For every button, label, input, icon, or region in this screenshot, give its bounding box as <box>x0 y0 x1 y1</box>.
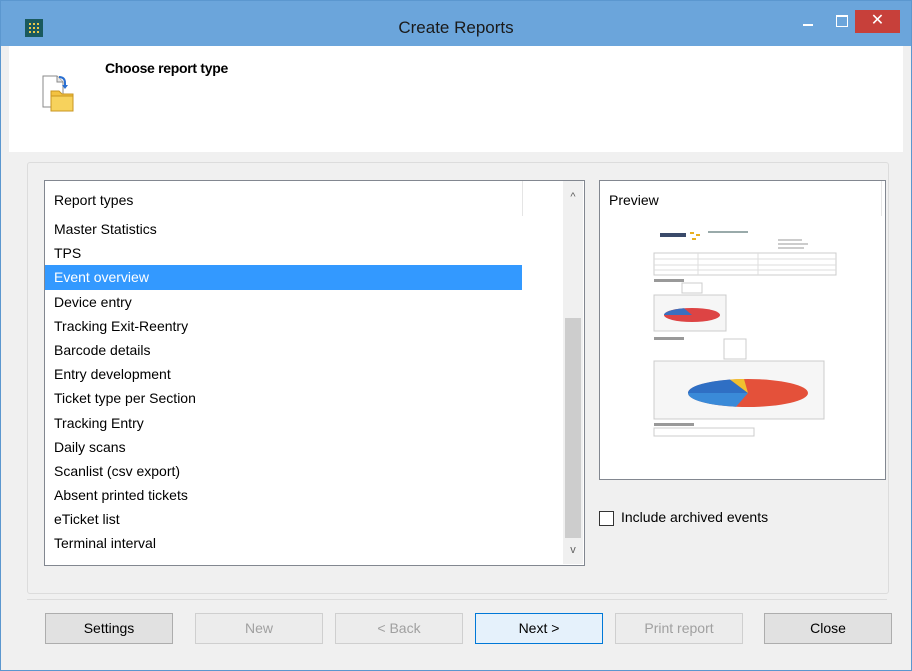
settings-button[interactable]: Settings <box>45 613 173 644</box>
preview-panel: Preview <box>599 180 886 480</box>
window-title: Create Reports <box>398 18 514 37</box>
list-item[interactable]: Ticket type per Section <box>45 386 522 410</box>
scroll-thumb[interactable] <box>565 318 581 538</box>
scroll-up-icon[interactable]: ^ <box>563 185 583 209</box>
create-reports-window: Create Reports ✕ Choose report type Repo… <box>0 0 912 671</box>
title-bar[interactable]: Create Reports ✕ <box>1 1 911 46</box>
next-button[interactable]: Next > <box>475 613 603 644</box>
back-button[interactable]: < Back <box>335 613 463 644</box>
minimize-icon[interactable] <box>793 10 823 32</box>
report-types-items: Master Statistics TPS Event overview Dev… <box>45 217 565 556</box>
list-item-selected[interactable]: Event overview <box>45 265 522 290</box>
list-scrollbar[interactable]: ^ v <box>563 181 583 564</box>
header-title: Choose report type <box>105 60 228 76</box>
preview-header-label: Preview <box>609 192 659 208</box>
list-item[interactable]: Scanlist (csv export) <box>45 459 522 483</box>
report-types-list[interactable]: Report types Master Statistics TPS Event… <box>44 180 585 566</box>
list-item[interactable]: Tracking Exit-Reentry <box>45 314 522 338</box>
list-item[interactable]: eTicket list <box>45 507 522 531</box>
close-icon[interactable]: ✕ <box>855 10 900 33</box>
report-folder-icon <box>39 73 79 113</box>
footer-divider <box>27 599 887 600</box>
column-header-label: Report types <box>54 192 134 208</box>
list-item[interactable]: Absent printed tickets <box>45 483 522 507</box>
report-preview-thumbnail <box>648 225 838 440</box>
list-item[interactable]: Terminal interval <box>45 531 522 555</box>
include-archived-checkbox[interactable] <box>599 511 614 526</box>
include-archived-label[interactable]: Include archived events <box>621 509 768 525</box>
report-types-column-header[interactable]: Report types <box>45 181 523 216</box>
list-item[interactable]: Tracking Entry <box>45 411 522 435</box>
list-item[interactable]: Daily scans <box>45 435 522 459</box>
print-report-button[interactable]: Print report <box>615 613 743 644</box>
list-item[interactable]: Entry development <box>45 362 522 386</box>
scroll-down-icon[interactable]: v <box>563 538 583 562</box>
list-item[interactable]: Master Statistics <box>45 217 522 241</box>
new-button[interactable]: New <box>195 613 323 644</box>
list-item[interactable]: Barcode details <box>45 338 522 362</box>
header-panel: Choose report type <box>9 46 903 152</box>
dialog-client: Choose report type Report types Master S… <box>9 46 903 662</box>
maximize-icon[interactable] <box>827 10 855 32</box>
list-item[interactable]: TPS <box>45 241 522 265</box>
close-button[interactable]: Close <box>764 613 892 644</box>
list-item[interactable]: Device entry <box>45 290 522 314</box>
preview-header: Preview <box>600 181 882 216</box>
